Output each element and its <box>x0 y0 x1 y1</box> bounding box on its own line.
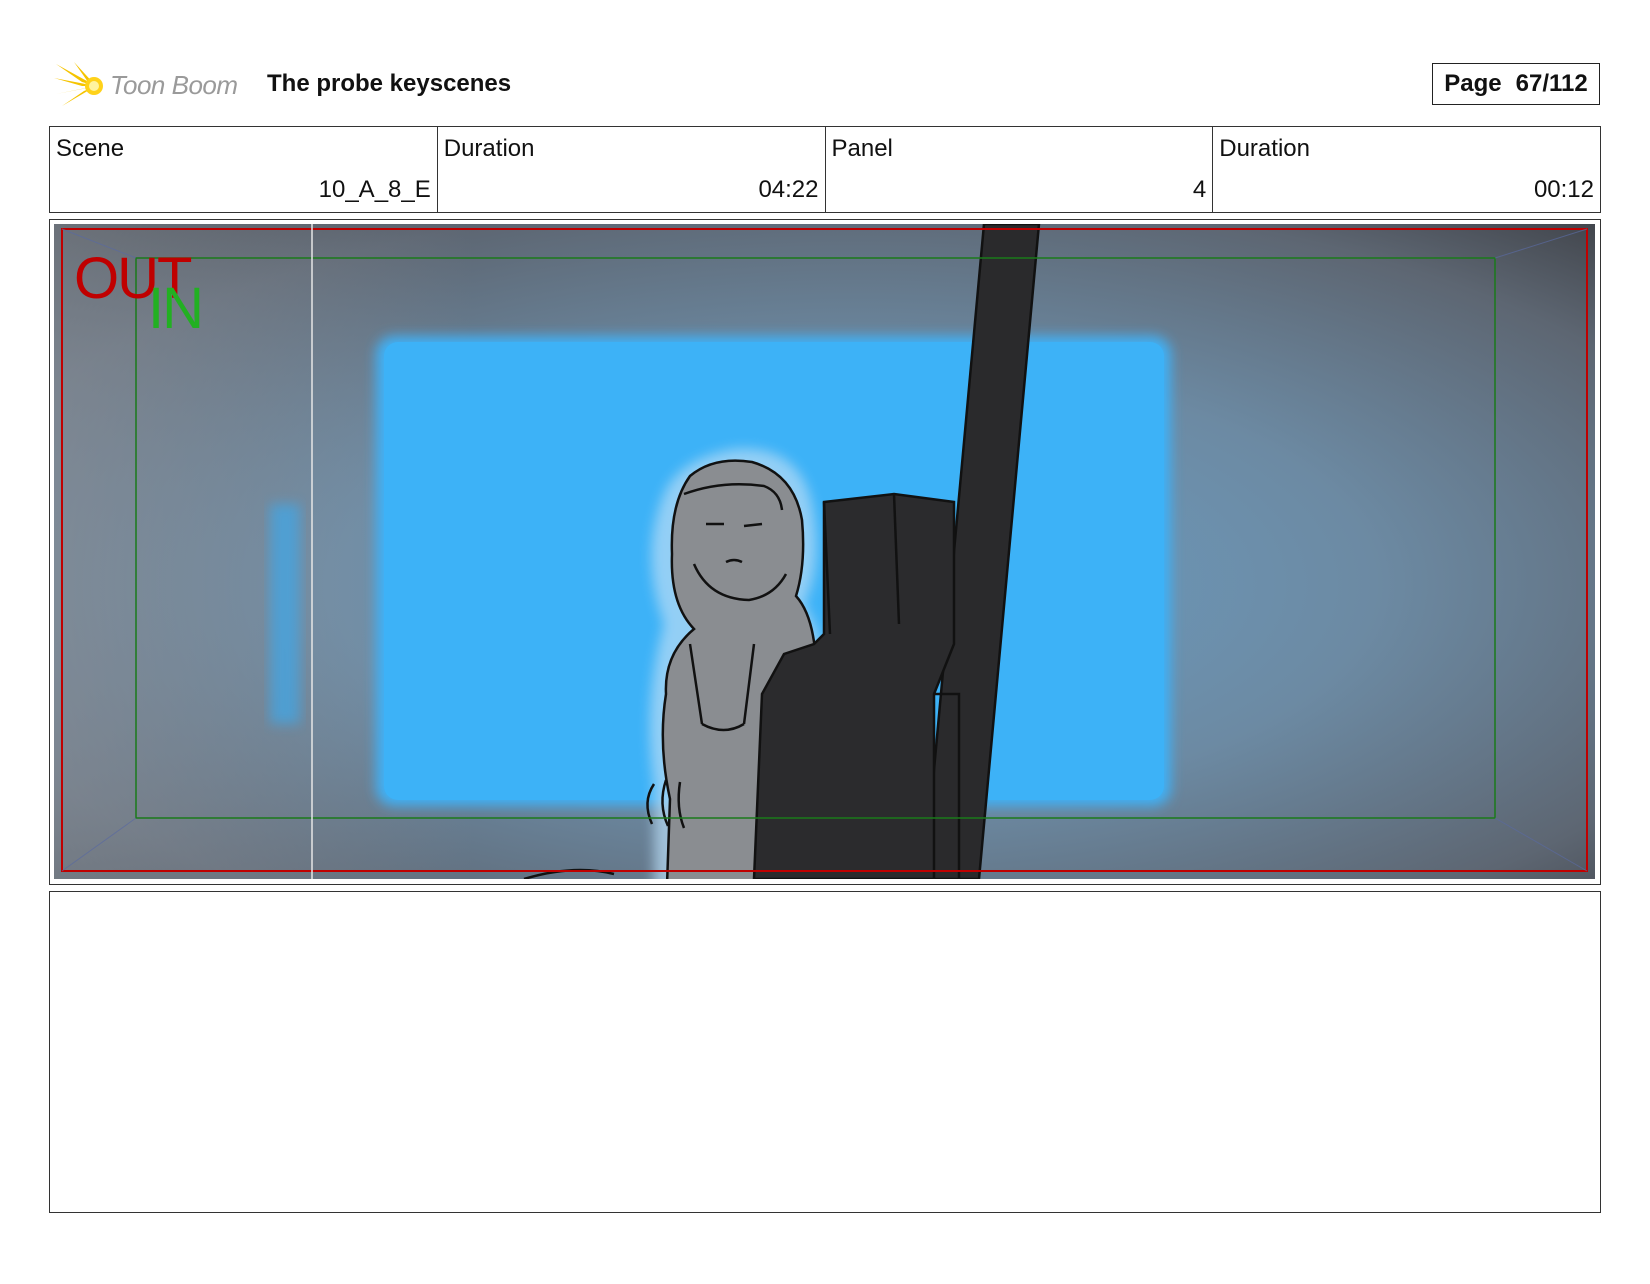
panel-duration-cell: Duration 00:12 <box>1213 127 1600 212</box>
page-label: Page <box>1444 70 1502 97</box>
panel-duration-label: Duration <box>1219 135 1310 162</box>
starburst-logo-icon <box>54 62 103 106</box>
scene-info-table: Scene 10_A_8_E Duration 04:22 Panel 4 Du… <box>49 126 1601 213</box>
toon-boom-logo: Toon Boom <box>52 58 252 110</box>
scene-value: 10_A_8_E <box>318 176 431 203</box>
scene-duration-label: Duration <box>443 135 535 162</box>
storyboard-panel: OUT IN <box>49 219 1601 885</box>
logo-text: Toon Boom <box>110 70 238 100</box>
panel-duration-value: 00:12 <box>1533 176 1594 203</box>
panel-caption-area <box>49 891 1601 1213</box>
panel-cell: Panel 4 <box>826 127 1214 212</box>
panel-value: 4 <box>1192 176 1207 203</box>
left-light-strip <box>270 504 300 724</box>
scene-cell: Scene 10_A_8_E <box>50 127 438 212</box>
panel-label: Panel <box>831 135 893 162</box>
page-indicator: Page 67/112 <box>1432 63 1600 105</box>
panel-artwork <box>54 224 1595 879</box>
camera-in-label: IN <box>148 276 204 341</box>
scene-duration-cell: Duration 04:22 <box>438 127 826 212</box>
panel-drawing: OUT IN <box>54 224 1595 879</box>
document-title: The probe keyscenes <box>267 70 512 97</box>
scene-label: Scene <box>56 135 125 162</box>
page-number: 67/112 <box>1515 70 1588 97</box>
scene-duration-value: 04:22 <box>758 176 819 203</box>
